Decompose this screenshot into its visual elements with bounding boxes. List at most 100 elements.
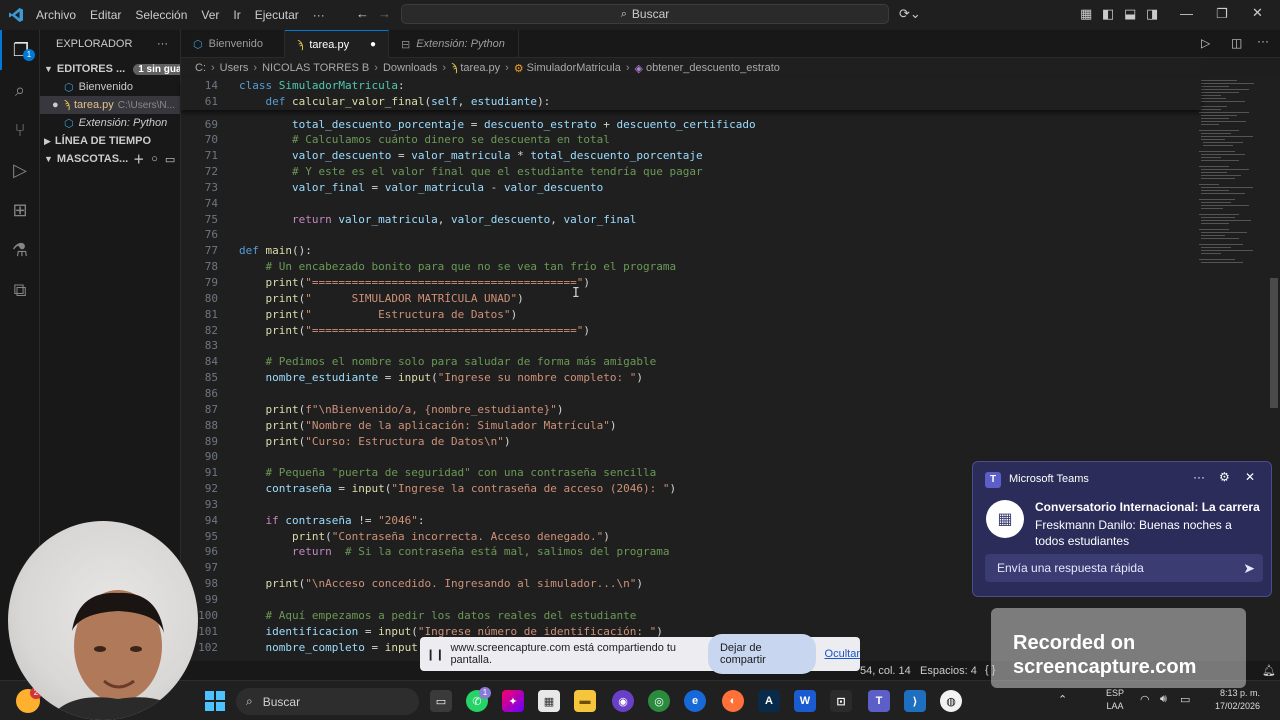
toggle-sidebar-icon[interactable]: ◧	[1102, 6, 1114, 22]
collapse-icon[interactable]: ▭	[165, 153, 175, 166]
store-icon[interactable]: ▦	[538, 690, 560, 712]
toggle-panel-icon[interactable]: ⬓	[1124, 6, 1136, 22]
notifications-bell-icon[interactable]: 🔔︎	[1262, 664, 1276, 677]
edge-icon[interactable]: e	[684, 690, 706, 712]
code-line[interactable]: 79 print("==============================…	[181, 275, 1201, 291]
new-file-icon[interactable]: ＋	[133, 151, 144, 167]
menu-seleccion[interactable]: Selección	[135, 8, 187, 22]
code-line[interactable]: 76	[181, 227, 1201, 243]
tab-bienvenido[interactable]: ⬡ Bienvenido	[181, 30, 285, 58]
copilot-icon[interactable]: ⟳⌄	[899, 6, 921, 22]
code-line[interactable]: 85 nombre_estudiante = input("Ingrese su…	[181, 370, 1201, 386]
open-editor-item[interactable]: ⬡ Extensión: Python	[40, 114, 180, 132]
sticky-scroll-header[interactable]: 14 class SimuladorMatricula: 61 def calcul…	[181, 78, 1201, 110]
vscode-taskbar-icon[interactable]: ⟩	[904, 690, 926, 712]
close-window-icon[interactable]: ✕	[1252, 5, 1263, 21]
code-line[interactable]: 84 # Pedimos el nombre solo para saludar…	[181, 354, 1201, 370]
command-search-box[interactable]: ⌕ Buscar	[401, 4, 889, 24]
breadcrumb-item[interactable]: Downloads	[383, 62, 437, 74]
search-view-icon[interactable]: ⌕	[0, 70, 40, 110]
clock[interactable]: 8:13 p. m. 17/02/2026	[1206, 687, 1260, 713]
file-explorer-icon[interactable]: ▬	[574, 690, 596, 712]
code-line[interactable]: 88 print("Nombre de la aplicación: Simul…	[181, 418, 1201, 434]
code-line[interactable]: 74	[181, 196, 1201, 212]
explorer-more-icon[interactable]: ···	[157, 38, 168, 50]
code-line[interactable]: 82 print("==============================…	[181, 323, 1201, 339]
more-actions-icon[interactable]: ···	[1257, 34, 1269, 48]
code-line[interactable]: 81 print(" Estructura de Datos")	[181, 307, 1201, 323]
teams-notification[interactable]: T Microsoft Teams ··· ⚙ ✕ ▦ Conversatori…	[972, 461, 1272, 597]
menu-more[interactable]: ···	[313, 8, 325, 22]
customize-layout-icon[interactable]: ▦	[1080, 6, 1092, 22]
tray-chevron-icon[interactable]: ⌃	[1058, 693, 1067, 706]
sticky-line[interactable]: 61 def calcular_valor_final(self, estudi…	[181, 94, 1201, 110]
toggle-secondary-sidebar-icon[interactable]: ◨	[1146, 6, 1158, 22]
breadcrumb-item[interactable]: obtener_descuento_estrato	[646, 62, 780, 74]
wifi-icon[interactable]: ◠	[1140, 693, 1150, 706]
volume-icon[interactable]: 🔊︎	[1160, 693, 1167, 706]
open-editor-item[interactable]: ● ϡ tarea.py C:\Users\N...	[40, 96, 180, 114]
copilot-app-icon[interactable]: ✦	[502, 690, 524, 712]
code-line[interactable]: 70 # Calculamos cuánto dinero se descuen…	[181, 132, 1201, 148]
capture-tool-icon[interactable]: ⊡	[830, 690, 852, 712]
code-line[interactable]: 83	[181, 338, 1201, 354]
explorer-icon[interactable]: ❐	[0, 30, 40, 70]
unsaved-dot-icon[interactable]: ●	[370, 39, 376, 50]
firefox-icon[interactable]: ◐	[722, 690, 744, 712]
tab-extension-python[interactable]: ⊟ Extensión: Python	[389, 30, 519, 58]
breadcrumb-item[interactable]: tarea.py	[460, 62, 500, 74]
battery-icon[interactable]: ▭	[1180, 693, 1190, 706]
split-editor-icon[interactable]: ◫	[1231, 36, 1242, 50]
toast-more-icon[interactable]: ···	[1193, 470, 1205, 484]
code-line[interactable]: 86	[181, 386, 1201, 402]
obs-icon[interactable]: ◍	[940, 690, 962, 712]
word-icon[interactable]: W	[794, 690, 816, 712]
code-line[interactable]: 77 def main():	[181, 243, 1201, 259]
language-indicator[interactable]: ESP LAA	[1106, 687, 1124, 713]
menu-archivo[interactable]: Archivo	[36, 8, 76, 22]
open-editor-item[interactable]: ⬡ Bienvenido	[40, 78, 180, 96]
run-debug-icon[interactable]: ▷	[0, 150, 40, 190]
code-line[interactable]: 89 print("Curso: Estructura de Datos\n")	[181, 434, 1201, 450]
chrome-icon[interactable]: ◎	[648, 690, 670, 712]
hide-share-bar-link[interactable]: Ocultar	[825, 648, 860, 660]
source-control-icon[interactable]: ⑂	[0, 110, 40, 150]
code-line[interactable]: 87 print(f"\nBienvenido/a, {nombre_estud…	[181, 402, 1201, 418]
run-python-icon[interactable]: ▷	[1201, 36, 1210, 50]
teams-icon[interactable]: T	[868, 690, 890, 712]
sticky-line[interactable]: 14 class SimuladorMatricula:	[181, 78, 1201, 94]
cursor-position[interactable]: 54, col. 14	[860, 665, 911, 677]
breadcrumb-item[interactable]: SimuladorMatricula	[527, 62, 621, 74]
windows-start-icon[interactable]	[205, 691, 225, 711]
restore-icon[interactable]: ❐	[1216, 6, 1228, 22]
code-line[interactable]: 78 # Un encabezado bonito para que no se…	[181, 259, 1201, 275]
open-editors-section[interactable]: ▼ EDITORES ... 1 sin guardar	[40, 60, 180, 78]
send-icon[interactable]: ➤	[1243, 560, 1255, 577]
code-line[interactable]: 71 valor_descuento = valor_matricula * t…	[181, 148, 1201, 164]
menu-ver[interactable]: Ver	[201, 8, 219, 22]
refresh-icon[interactable]: ○	[151, 153, 158, 165]
breadcrumb-item[interactable]: Users	[220, 62, 249, 74]
github-desktop-icon[interactable]: ◉	[612, 690, 634, 712]
code-line[interactable]: 80 print(" SIMULADOR MATRÍCULA UNAD")	[181, 291, 1201, 307]
menu-ejecutar[interactable]: Ejecutar	[255, 8, 299, 22]
timeline-section[interactable]: ▶ LÍNEA DE TIEMPO	[40, 132, 180, 150]
testing-icon[interactable]: ⚗	[0, 230, 40, 270]
code-line[interactable]: 69 total_descuento_porcentaje = descuent…	[181, 117, 1201, 133]
breadcrumb-item[interactable]: C:	[195, 62, 206, 74]
folder-section[interactable]: ▼ MASCOTAS... ＋ ○ ▭	[40, 150, 180, 168]
stop-sharing-button[interactable]: Dejar de compartir	[707, 634, 816, 674]
toast-close-icon[interactable]: ✕	[1245, 470, 1255, 484]
minimize-icon[interactable]: —	[1180, 6, 1193, 21]
quick-reply-input[interactable]: Envía una respuesta rápida ➤	[985, 554, 1263, 582]
code-line[interactable]: 72 # Y este es el valor final que el est…	[181, 164, 1201, 180]
forward-arrow-icon[interactable]: →	[378, 6, 391, 21]
code-line[interactable]: 73 valor_final = valor_matricula - valor…	[181, 180, 1201, 196]
toast-settings-icon[interactable]: ⚙	[1219, 470, 1230, 484]
task-view-icon[interactable]: ▭	[430, 690, 452, 712]
menu-ir[interactable]: Ir	[233, 8, 240, 22]
code-line[interactable]: 75 return valor_matricula, valor_descuen…	[181, 212, 1201, 228]
indentation-status[interactable]: Espacios: 4	[920, 665, 977, 677]
taskbar-search[interactable]: ⌕ Buscar	[236, 688, 419, 715]
menu-editar[interactable]: Editar	[90, 8, 121, 22]
